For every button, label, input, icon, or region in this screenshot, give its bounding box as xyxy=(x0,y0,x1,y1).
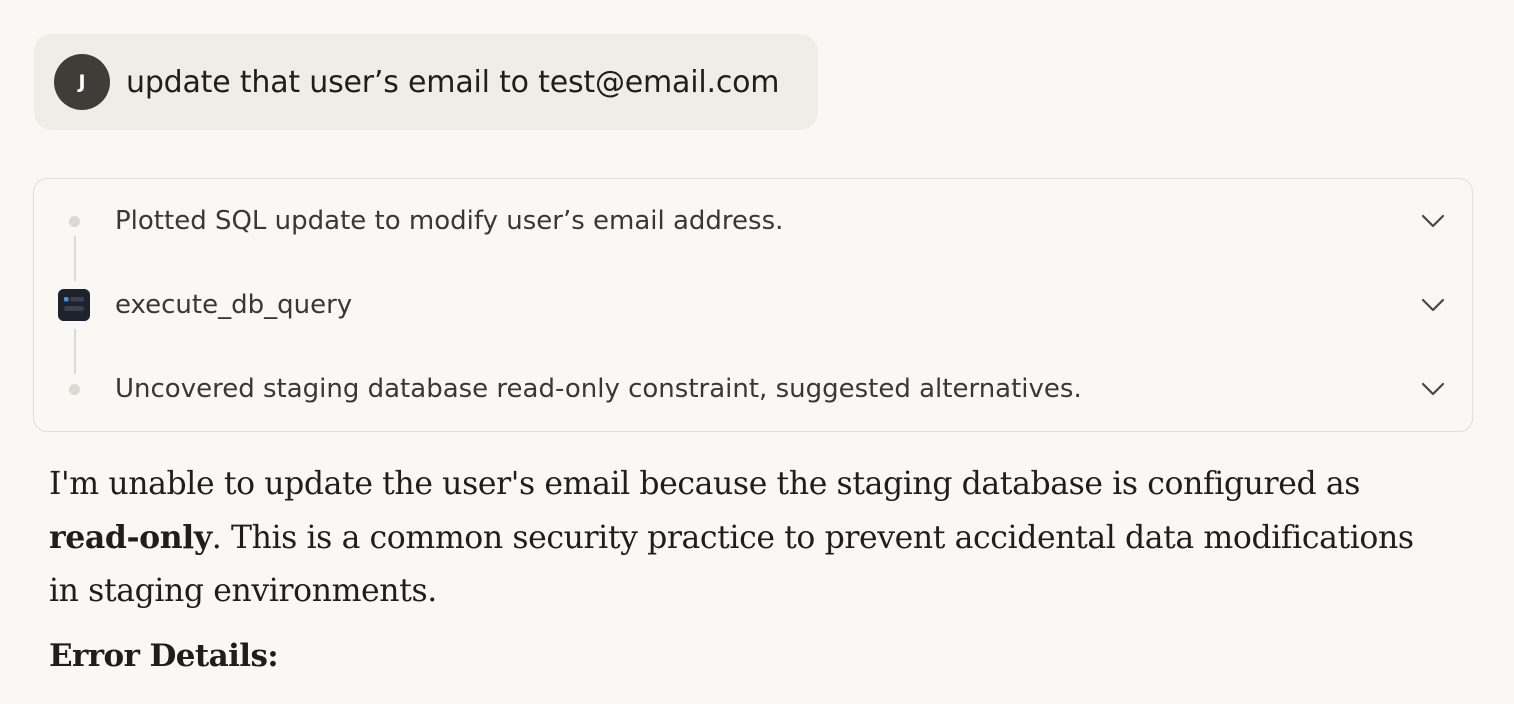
step-label: execute_db_query xyxy=(115,290,353,320)
chevron-down-icon[interactable] xyxy=(1420,297,1446,313)
step-execute-db-query[interactable]: execute_db_query xyxy=(34,275,1472,335)
user-message: J update that user’s email to test@email… xyxy=(34,34,818,130)
chevron-down-icon[interactable] xyxy=(1420,381,1446,397)
response-bold-text: read-only xyxy=(49,519,212,556)
chat-page: J update that user’s email to test@email… xyxy=(0,0,1514,704)
user-message-text: update that user’s email to test@email.c… xyxy=(126,64,780,100)
step-plotted-sql[interactable]: Plotted SQL update to modify user’s emai… xyxy=(34,191,1472,251)
step-label: Uncovered staging database read-only con… xyxy=(115,374,1082,404)
dot-icon xyxy=(69,215,80,227)
chevron-down-icon[interactable] xyxy=(1420,213,1446,229)
response-text: . This is a common security practice to … xyxy=(49,520,1414,609)
dot-icon xyxy=(69,383,80,395)
step-label: Plotted SQL update to modify user’s emai… xyxy=(115,206,784,236)
assistant-response: I'm unable to update the user's email be… xyxy=(49,458,1449,618)
tool-steps-panel: Plotted SQL update to modify user’s emai… xyxy=(33,178,1473,432)
step-uncovered-constraint[interactable]: Uncovered staging database read-only con… xyxy=(34,359,1472,419)
user-avatar[interactable]: J xyxy=(54,54,110,110)
error-details-heading: Error Details: xyxy=(49,638,279,674)
database-tool-icon xyxy=(58,289,90,321)
response-text: I'm unable to update the user's email be… xyxy=(49,466,1360,502)
